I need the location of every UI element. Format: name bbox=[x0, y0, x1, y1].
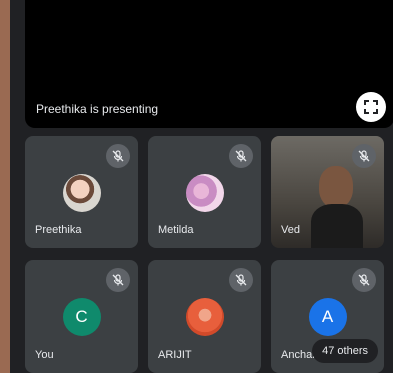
participant-name: Preethika bbox=[35, 224, 82, 236]
mic-off-icon bbox=[112, 150, 124, 162]
avatar-photo bbox=[185, 298, 224, 336]
mic-off-badge bbox=[352, 268, 376, 292]
participant-tile-anchal[interactable]: A Anchal 47 others bbox=[271, 260, 384, 373]
participant-tile-ved[interactable]: Ved bbox=[271, 136, 384, 248]
participant-name: Metilda bbox=[158, 224, 194, 236]
mic-off-badge bbox=[352, 144, 376, 168]
meeting-stage: Preethika is presenting Preethika Metild… bbox=[10, 0, 393, 373]
mic-off-icon bbox=[112, 274, 124, 286]
participant-tile-preethika[interactable]: Preethika bbox=[25, 136, 138, 248]
participant-name: Anchal bbox=[281, 349, 315, 361]
mic-off-icon bbox=[358, 274, 370, 286]
mic-off-badge bbox=[106, 268, 130, 292]
mic-off-badge bbox=[229, 144, 253, 168]
participant-tile-arijit[interactable]: ARIJIT bbox=[148, 260, 261, 373]
fullscreen-icon bbox=[364, 100, 378, 114]
participant-name: ARIJIT bbox=[158, 349, 192, 361]
mic-off-icon bbox=[358, 150, 370, 162]
participant-tile-you[interactable]: C You bbox=[25, 260, 138, 373]
avatar-letter: A bbox=[308, 298, 347, 336]
mic-off-badge bbox=[229, 268, 253, 292]
mic-off-icon bbox=[235, 274, 247, 286]
fullscreen-button[interactable] bbox=[356, 92, 386, 122]
mic-off-icon bbox=[235, 150, 247, 162]
participant-tile-metilda[interactable]: Metilda bbox=[148, 136, 261, 248]
presentation-area[interactable]: Preethika is presenting bbox=[25, 0, 393, 128]
avatar-letter: C bbox=[62, 298, 101, 336]
others-count-chip[interactable]: 47 others bbox=[312, 339, 378, 363]
mic-off-badge bbox=[106, 144, 130, 168]
participant-name: Ved bbox=[281, 224, 300, 236]
avatar-photo bbox=[185, 174, 224, 212]
presenting-label: Preethika is presenting bbox=[36, 102, 159, 116]
video-feed bbox=[311, 166, 363, 248]
avatar-photo bbox=[62, 174, 101, 212]
participant-name: You bbox=[35, 349, 54, 361]
